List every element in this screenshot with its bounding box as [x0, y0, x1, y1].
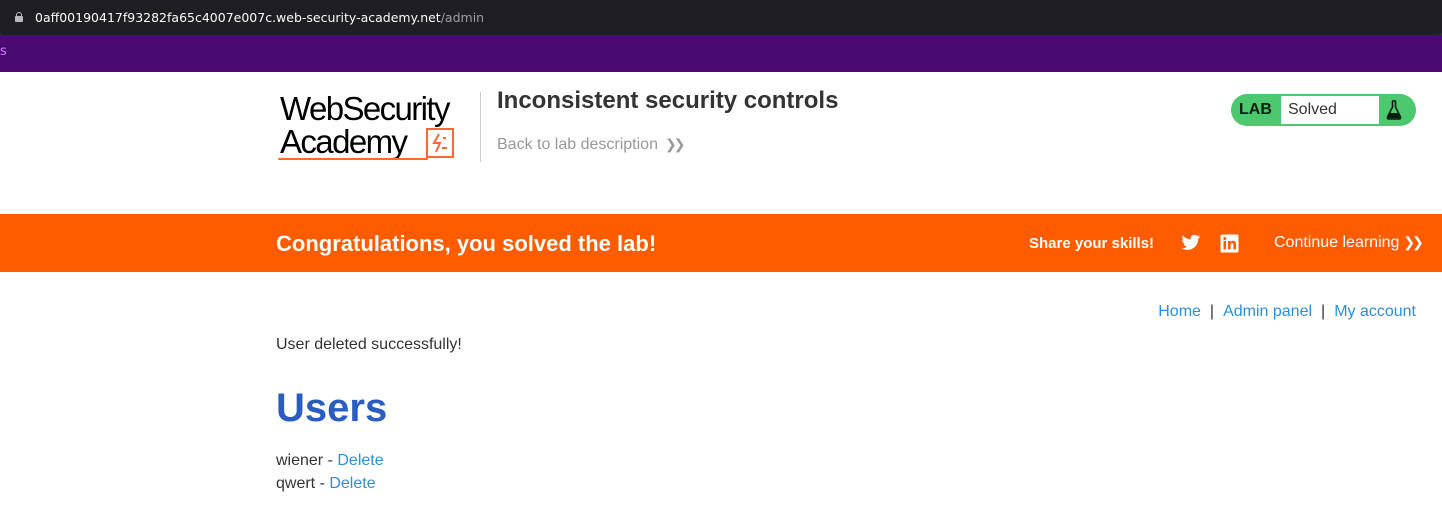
- continue-learning-label: Continue learning: [1274, 234, 1400, 251]
- lab-status: Solved: [1281, 96, 1379, 124]
- logo-underline: [278, 158, 428, 160]
- logo-lightning-icon: [426, 128, 454, 158]
- url-path: /admin: [440, 10, 485, 25]
- user-separator: -: [323, 452, 338, 469]
- nav-separator: |: [1209, 303, 1215, 320]
- header-divider: [480, 92, 481, 162]
- user-name: qwert: [276, 475, 316, 492]
- back-link-label: Back to lab description: [497, 136, 658, 153]
- lab-label: LAB: [1239, 101, 1272, 118]
- lock-icon[interactable]: [15, 12, 23, 22]
- user-name: wiener: [276, 452, 324, 469]
- nav-my-account-link[interactable]: My account: [1334, 303, 1416, 320]
- delete-user-link[interactable]: Delete: [329, 475, 375, 492]
- url-host: 0aff00190417f93282fa65c4007e007c.web-sec…: [35, 10, 441, 25]
- nav-home-link[interactable]: Home: [1158, 303, 1201, 320]
- lab-title: Inconsistent security controls: [497, 87, 839, 114]
- strip-glyph: s: [0, 44, 7, 59]
- url-text[interactable]: 0aff00190417f93282fa65c4007e007c.web-sec…: [35, 10, 484, 25]
- share-label: Share your skills!: [1029, 235, 1155, 252]
- banner-message: Congratulations, you solved the lab!: [276, 231, 657, 256]
- flask-icon: [1386, 100, 1402, 120]
- twitter-icon[interactable]: [1181, 234, 1201, 252]
- browser-toolbar: 0aff00190417f93282fa65c4007e007c.web-sec…: [0, 0, 1442, 36]
- continue-learning-link[interactable]: Continue learning ❯❯: [1274, 234, 1424, 252]
- chevron-right-icon: ❯❯: [664, 136, 686, 152]
- lab-header: WebSecurity Academy Inconsistent securit…: [0, 72, 1442, 214]
- delete-user-link[interactable]: Delete: [337, 452, 383, 469]
- status-message: User deleted successfully!: [276, 336, 462, 353]
- user-separator: -: [315, 475, 330, 492]
- user-row: wiener - Delete: [276, 452, 384, 470]
- logo-line-2: Academy: [280, 123, 408, 160]
- address-bar[interactable]: 0aff00190417f93282fa65c4007e007c.web-sec…: [0, 0, 1442, 35]
- user-row: qwert - Delete: [276, 475, 376, 493]
- users-heading: Users: [276, 386, 388, 430]
- purple-strip: s: [0, 36, 1442, 72]
- linkedin-icon[interactable]: [1220, 234, 1239, 253]
- chevron-right-icon: ❯❯: [1403, 234, 1424, 250]
- logo-line-1: WebSecurity: [280, 90, 450, 127]
- web-security-academy-logo[interactable]: WebSecurity Academy: [276, 92, 476, 166]
- account-nav: Home | Admin panel | My account: [1158, 303, 1416, 321]
- back-to-lab-description-link[interactable]: Back to lab description ❯❯: [497, 136, 686, 154]
- nav-separator: |: [1321, 303, 1326, 320]
- lab-status-badge: LAB Solved: [1231, 94, 1416, 126]
- nav-admin-panel-link[interactable]: Admin panel: [1223, 303, 1312, 320]
- congratulations-banner: Congratulations, you solved the lab! Sha…: [0, 214, 1442, 272]
